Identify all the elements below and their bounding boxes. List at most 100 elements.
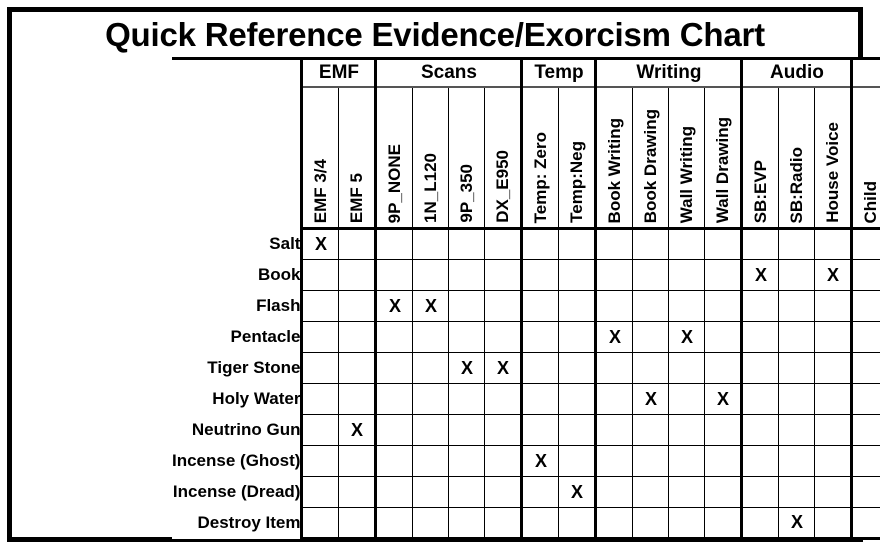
cell-empty xyxy=(740,414,780,446)
cell-empty xyxy=(520,228,560,260)
cell-empty xyxy=(484,228,523,260)
cell-empty xyxy=(668,445,706,477)
cell-empty xyxy=(704,228,743,260)
cell-empty xyxy=(338,383,377,415)
cell-marked: X xyxy=(814,259,853,291)
cell-empty xyxy=(850,259,880,291)
table-row: BookXXX xyxy=(172,259,880,291)
table-row: Incense (Dread) X xyxy=(172,476,880,508)
cell-empty xyxy=(374,414,414,446)
cell-empty xyxy=(300,383,340,415)
cell-empty xyxy=(484,476,523,508)
cell-empty xyxy=(374,321,414,353)
cell-empty xyxy=(594,352,634,384)
cell-empty xyxy=(338,476,377,508)
cell-empty xyxy=(520,507,560,540)
cell-empty xyxy=(558,445,597,477)
cell-marked: X xyxy=(594,321,634,353)
column-header-9p-350: 9P_350 xyxy=(448,86,486,230)
table-row: Tiger Stone X X xyxy=(172,352,880,384)
cell-empty xyxy=(668,259,706,291)
column-header-wall-drawing: Wall Drawing xyxy=(704,86,743,230)
cell-empty xyxy=(814,445,853,477)
cell-empty xyxy=(484,507,523,540)
column-header-temp-neg: Temp:Neg xyxy=(558,86,597,230)
cell-empty xyxy=(704,259,743,291)
cell-empty xyxy=(300,507,340,540)
cell-empty xyxy=(778,321,816,353)
cell-empty xyxy=(668,290,706,322)
column-header-sb-evp: SB:EVP xyxy=(740,86,780,230)
table-row: Salt X xyxy=(172,228,880,260)
column-header-sb-radio: SB:Radio xyxy=(778,86,816,230)
cell-empty xyxy=(632,290,670,322)
cell-empty xyxy=(448,290,486,322)
cell-empty xyxy=(814,414,853,446)
cell-empty xyxy=(814,321,853,353)
column-header-corner-spacer xyxy=(172,86,302,229)
cell-empty xyxy=(412,259,450,291)
cell-empty xyxy=(814,507,853,540)
table-body: SaltXBookXXXFlashXXXPentacleXXTiger Ston… xyxy=(172,228,880,540)
cell-empty xyxy=(778,228,816,260)
cell-empty xyxy=(632,414,670,446)
cell-empty xyxy=(374,352,414,384)
cell-empty xyxy=(594,414,634,446)
cell-empty xyxy=(338,228,377,260)
cell-marked: X xyxy=(778,507,816,540)
row-label-neutrino-gun: Neutrino Gun xyxy=(172,414,302,446)
cell-empty xyxy=(448,507,486,540)
cell-empty xyxy=(814,476,853,508)
cell-empty xyxy=(594,290,634,322)
cell-empty xyxy=(520,352,560,384)
cell-empty xyxy=(338,445,377,477)
evidence-exorcism-table: EMFScansTempWritingAudioGhost Types EMF … xyxy=(172,57,880,540)
cell-marked: X xyxy=(558,476,597,508)
cell-empty xyxy=(412,445,450,477)
cell-empty xyxy=(668,228,706,260)
cell-empty xyxy=(778,414,816,446)
row-label-pentacle: Pentacle xyxy=(172,321,302,353)
column-header-temp-zero: Temp: Zero xyxy=(520,86,560,230)
group-header-emf: EMF xyxy=(300,57,377,88)
cell-empty xyxy=(704,414,743,446)
cell-empty xyxy=(338,321,377,353)
cell-empty xyxy=(778,445,816,477)
column-header-label: Child xyxy=(861,180,880,224)
cell-empty xyxy=(704,321,743,353)
cell-empty xyxy=(850,476,880,508)
cell-empty xyxy=(632,259,670,291)
group-header-scans: Scans xyxy=(374,57,523,88)
cell-empty xyxy=(850,445,880,477)
cell-empty xyxy=(632,476,670,508)
cell-empty xyxy=(814,383,853,415)
cell-empty xyxy=(668,383,706,415)
column-header-book-drawing: Book Drawing xyxy=(632,86,670,230)
table-head: EMFScansTempWritingAudioGhost Types EMF … xyxy=(172,57,880,230)
column-header-emf-3-4: EMF 3/4 xyxy=(300,86,340,230)
cell-empty xyxy=(520,414,560,446)
cell-empty xyxy=(668,476,706,508)
cell-empty xyxy=(448,259,486,291)
cell-empty xyxy=(850,352,880,384)
cell-marked: X xyxy=(448,352,486,384)
cell-empty xyxy=(558,228,597,260)
cell-empty xyxy=(850,321,880,353)
cell-empty xyxy=(300,414,340,446)
column-header-label: DX_E950 xyxy=(493,150,513,223)
column-header-label: Temp: Zero xyxy=(531,131,551,223)
column-header-label: 9P_NONE xyxy=(385,143,405,223)
cell-empty xyxy=(704,352,743,384)
cell-empty xyxy=(778,476,816,508)
cell-empty xyxy=(704,445,743,477)
cell-empty xyxy=(850,290,880,322)
cell-empty xyxy=(448,476,486,508)
cell-empty xyxy=(668,507,706,540)
cell-empty xyxy=(778,383,816,415)
cell-empty xyxy=(484,383,523,415)
cell-marked: X xyxy=(668,321,706,353)
cell-empty xyxy=(632,507,670,540)
cell-empty xyxy=(704,290,743,322)
cell-empty xyxy=(814,228,853,260)
row-label-flash: Flash xyxy=(172,290,302,322)
